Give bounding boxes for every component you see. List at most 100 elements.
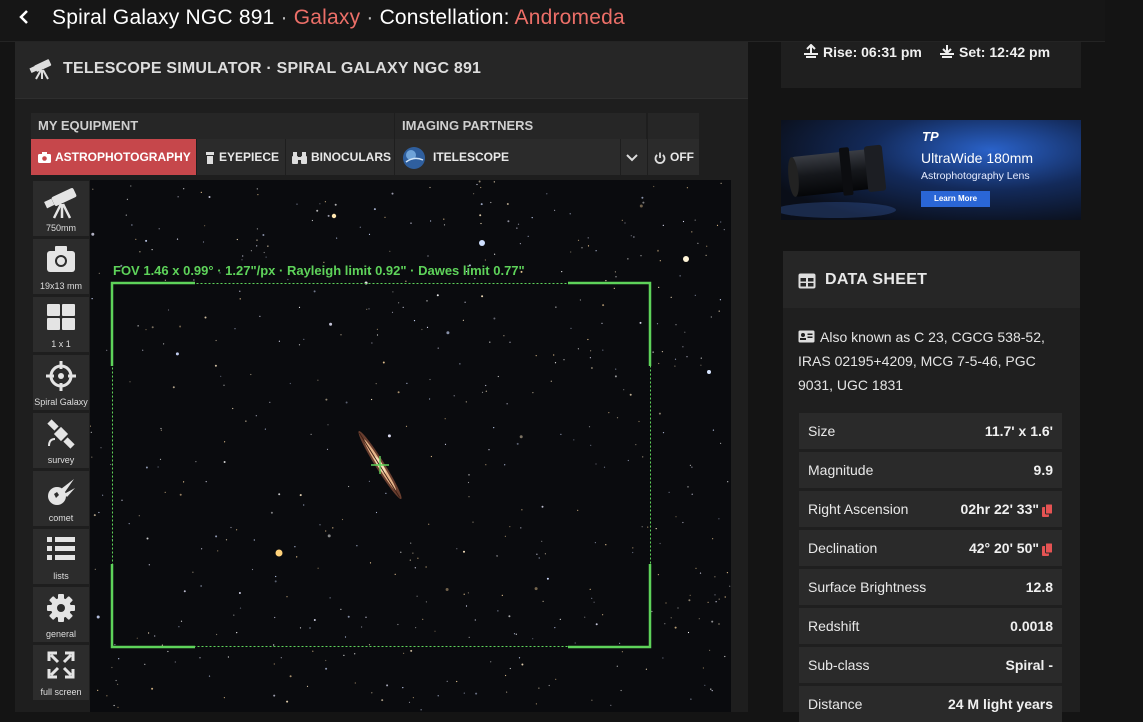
star (94, 568, 96, 570)
star (497, 375, 499, 378)
star (632, 547, 634, 549)
star (632, 551, 634, 554)
star (718, 623, 720, 625)
star (287, 278, 289, 281)
star (232, 407, 234, 410)
data-sheet-title: DATA SHEET (825, 271, 928, 288)
star (544, 553, 546, 555)
star (490, 661, 492, 663)
star (509, 526, 511, 528)
star (121, 499, 123, 501)
constellation-link[interactable]: Andromeda (514, 6, 624, 29)
partner-dropdown-toggle[interactable] (621, 139, 647, 175)
star (113, 704, 115, 707)
star (480, 222, 482, 225)
star (446, 331, 450, 335)
copy-icon[interactable] (1042, 542, 1053, 556)
data-value: 42° 20' 50" (968, 540, 1039, 556)
star (689, 464, 692, 466)
star (205, 481, 207, 483)
star (163, 343, 165, 345)
star (467, 592, 469, 594)
eyepiece-button[interactable]: EYEPIECE (197, 139, 285, 175)
star (303, 504, 305, 506)
star (639, 204, 643, 208)
star (480, 186, 482, 189)
data-row-sub-class: Sub-class Spiral - (799, 647, 1062, 683)
copy-icon[interactable] (1042, 503, 1053, 517)
star (493, 427, 495, 429)
star (715, 601, 717, 603)
star (445, 588, 449, 591)
star (468, 636, 470, 638)
star (569, 213, 571, 215)
star (615, 368, 617, 370)
lists-button[interactable]: lists (33, 529, 89, 584)
full-screen-button[interactable]: full screen (33, 645, 89, 700)
star (406, 382, 408, 384)
telescope-icon (44, 188, 77, 219)
star (591, 699, 593, 701)
star (437, 347, 439, 349)
star (658, 412, 661, 415)
data-key: Distance (808, 696, 863, 712)
focal-length-button[interactable]: 750mm (33, 181, 89, 236)
star (653, 185, 655, 188)
star (256, 228, 258, 230)
star (146, 537, 149, 540)
star (208, 196, 211, 198)
off-button[interactable]: OFF (648, 139, 699, 175)
star (391, 311, 394, 313)
star (340, 608, 342, 610)
ad-learn-more-button[interactable]: Learn More (921, 191, 990, 207)
mosaic-button[interactable]: 1 x 1 (33, 297, 89, 352)
set-time: Set: 12:42 pm (939, 44, 1050, 60)
star (645, 668, 648, 670)
general-settings-button[interactable]: general (33, 587, 89, 642)
star (179, 325, 182, 328)
binoculars-button[interactable]: BINOCULARS (286, 139, 394, 175)
sensor-size-button[interactable]: 19x13 mm (33, 239, 89, 294)
star (437, 695, 439, 697)
chevron-left-icon[interactable] (18, 6, 30, 34)
star (682, 521, 684, 524)
star (474, 278, 476, 280)
star (485, 464, 487, 466)
star (518, 657, 521, 659)
eyepiece-icon (206, 151, 214, 164)
star (125, 214, 127, 216)
survey-button[interactable]: survey (33, 413, 89, 468)
itelescope-select[interactable]: ITELESCOPE (395, 139, 620, 175)
star (216, 633, 218, 636)
sky-view[interactable] (90, 180, 731, 712)
advertisement-banner[interactable]: TP UltraWide 180mm Astrophotography Lens… (781, 120, 1081, 220)
star (263, 251, 265, 254)
comet-button[interactable]: comet (33, 471, 89, 526)
star (630, 235, 632, 237)
star (577, 509, 579, 511)
star (594, 542, 596, 544)
star (536, 553, 538, 555)
star (553, 354, 555, 356)
data-row-declination: Declination 42° 20' 50" (799, 530, 1062, 566)
star (392, 291, 394, 293)
data-row-surface-brightness: Surface Brightness 12.8 (799, 569, 1062, 605)
star (720, 182, 722, 184)
star (700, 357, 702, 359)
star (615, 276, 617, 278)
star (324, 201, 326, 203)
star (250, 250, 252, 252)
star (662, 224, 664, 226)
star (675, 324, 677, 326)
star (385, 492, 387, 494)
object-type-link[interactable]: Galaxy (294, 6, 361, 29)
star (344, 636, 347, 638)
star (720, 442, 722, 444)
center-target-button[interactable]: Spiral Galaxy (33, 355, 89, 410)
star (250, 373, 252, 376)
star (366, 308, 368, 310)
star (215, 535, 218, 538)
star (145, 329, 147, 331)
star (548, 684, 550, 687)
astrophotography-button[interactable]: ASTROPHOTOGRAPHY (31, 139, 196, 175)
